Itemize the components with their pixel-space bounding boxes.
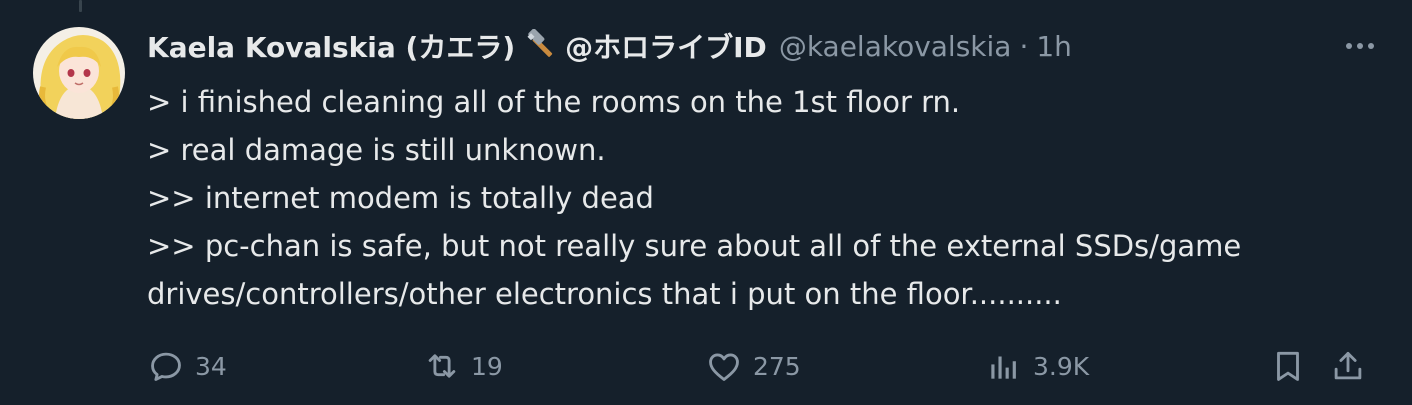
meta-separator: ·: [1019, 29, 1029, 63]
share-icon: [1334, 351, 1362, 380]
repost-count: 19: [471, 351, 503, 381]
tweet-line: > real damage is still unknown.: [147, 133, 606, 167]
tweet-line: drives/controllers/other electronics tha…: [147, 277, 1062, 311]
tweet-line: > i finished cleaning all of the rooms o…: [147, 85, 961, 119]
repost-button[interactable]: 19: [423, 344, 503, 388]
more-dot: [1346, 43, 1352, 49]
hammer-icon: [525, 28, 559, 63]
like-count: 275: [753, 351, 801, 381]
tweet-header: Kaela Kovalskia (カエラ) @ホロライブID @kaelakov…: [147, 24, 1072, 68]
views-count: 3.9K: [1033, 351, 1090, 381]
reply-icon: [151, 352, 181, 381]
affiliation-label[interactable]: @ホロライブID: [565, 26, 767, 66]
tweet-line: >> internet modem is totally dead: [147, 181, 654, 215]
tweet-text: > i finished cleaning all of the rooms o…: [147, 78, 1377, 318]
like-button[interactable]: 275: [705, 344, 801, 388]
tweet-time[interactable]: 1h: [1036, 30, 1072, 63]
bookmark-icon: [1277, 351, 1299, 381]
reply-button[interactable]: 34: [147, 344, 227, 388]
reply-count: 34: [195, 351, 227, 381]
views-button[interactable]: 3.9K: [985, 344, 1089, 388]
avatar-image: [33, 27, 125, 119]
heart-icon: [709, 353, 739, 381]
tweet-line: >> pc-chan is safe, but not really sure …: [147, 229, 1242, 263]
avatar[interactable]: [33, 27, 125, 119]
analytics-icon: [991, 356, 1016, 379]
author-name[interactable]: Kaela Kovalskia (カエラ): [147, 26, 515, 66]
more-icon[interactable]: [1340, 34, 1380, 58]
share-button[interactable]: [1329, 344, 1367, 388]
author-handle[interactable]: @kaelakovalskia: [779, 30, 1012, 63]
repost-icon: [428, 354, 456, 378]
bookmark-button[interactable]: [1269, 344, 1307, 388]
thread-connector: [79, 0, 82, 12]
more-dot: [1357, 43, 1363, 49]
action-bar: 34 19 275 3.9K: [147, 344, 1387, 388]
more-dot: [1368, 43, 1374, 49]
